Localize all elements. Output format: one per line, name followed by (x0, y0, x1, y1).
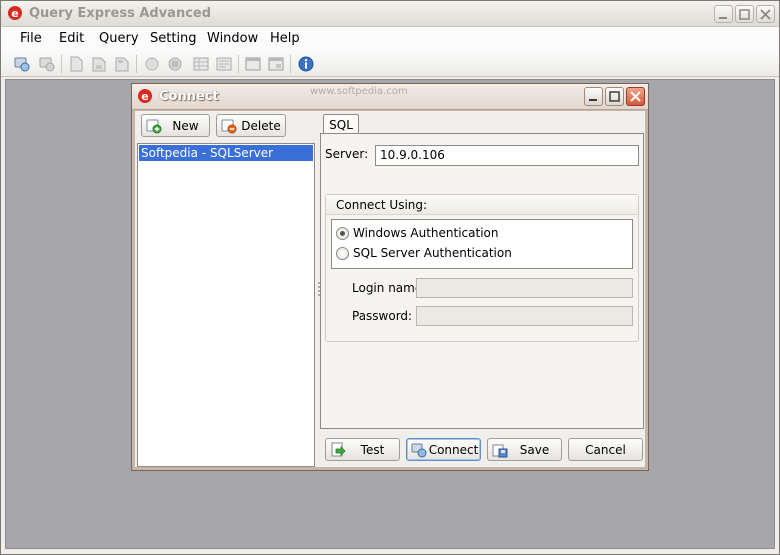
save-button[interactable]: Save (487, 438, 562, 461)
toolbar-separator (136, 55, 137, 73)
toolbar (1, 51, 779, 77)
list-item[interactable]: Softpedia - SQLServer (139, 145, 313, 161)
minimize-icon (719, 17, 727, 19)
close-icon (630, 91, 641, 102)
results-text-icon[interactable] (215, 55, 233, 73)
dialog-minimize-button[interactable] (584, 87, 603, 106)
dialog-titlebar: e Connect www.softpedia.com (132, 84, 648, 110)
menu-setting[interactable]: Setting (150, 31, 197, 46)
minimize-button[interactable] (714, 5, 733, 23)
dialog-close-button[interactable] (626, 87, 645, 106)
menu-bar: File Edit Query Setting Window Help (1, 27, 779, 51)
windows-auth-label: Windows Authentication (353, 226, 499, 240)
connect-using-group: Connect Using: Windows Authentication SQ… (325, 194, 639, 342)
app-title: Query Express Advanced (29, 6, 212, 21)
toolbar-separator (61, 55, 62, 73)
maximize-icon (739, 9, 750, 20)
save-icon (492, 444, 508, 457)
cancel-button[interactable]: Cancel (568, 438, 643, 461)
info-icon[interactable] (297, 55, 315, 73)
radio-unchecked-icon (336, 246, 349, 260)
test-button[interactable]: Test (325, 438, 400, 461)
menu-query[interactable]: Query (99, 31, 139, 46)
disconnect-icon[interactable] (38, 55, 56, 73)
watermark: www.softpedia.com (310, 86, 408, 97)
app-titlebar: e Query Express Advanced (1, 1, 779, 27)
connection-list[interactable]: Softpedia - SQLServer (137, 143, 315, 467)
delete-button[interactable]: Delete (216, 114, 286, 137)
tab-sql[interactable]: SQL (323, 114, 359, 134)
close-icon (760, 9, 771, 20)
auth-options: Windows Authentication SQL Server Authen… (331, 219, 633, 269)
window-alt-icon[interactable] (267, 55, 285, 73)
menu-file[interactable]: File (20, 31, 42, 46)
save-file-icon[interactable] (113, 55, 131, 73)
windows-auth-radio[interactable]: Windows Authentication (336, 224, 596, 242)
dialog-window-controls (584, 87, 645, 106)
dialog-title: Connect (159, 89, 219, 104)
server-input[interactable]: 10.9.0.106 (375, 145, 639, 166)
stop-icon[interactable] (166, 55, 184, 73)
results-grid-icon[interactable] (192, 55, 210, 73)
login-name-input[interactable] (416, 278, 633, 298)
connect-icon[interactable] (13, 55, 31, 73)
maximize-button[interactable] (735, 5, 754, 23)
window-controls (714, 5, 775, 23)
radio-checked-icon (336, 226, 349, 240)
menu-edit[interactable]: Edit (59, 31, 84, 46)
sql-auth-label: SQL Server Authentication (353, 246, 512, 260)
menu-window[interactable]: Window (207, 31, 258, 46)
toolbar-separator (238, 55, 239, 73)
maximize-icon (609, 91, 620, 102)
menu-help[interactable]: Help (270, 31, 300, 46)
toolbar-separator (290, 55, 291, 73)
sql-tab-panel: Server: 10.9.0.106 Connect Using: Window… (320, 133, 644, 429)
add-icon (146, 119, 162, 133)
test-icon (331, 442, 346, 456)
connect-icon (411, 443, 427, 457)
connect-button[interactable]: Connect (406, 438, 481, 461)
svg-text:e: e (11, 7, 18, 20)
window-icon[interactable] (244, 55, 262, 73)
group-title: Connect Using: (336, 198, 428, 212)
new-query-icon[interactable] (67, 55, 85, 73)
dialog-body: New Delete Softpedia - SQLServer SQL Ser… (135, 111, 645, 467)
sql-auth-radio[interactable]: SQL Server Authentication (336, 244, 596, 262)
connect-dialog: e Connect www.softpedia.com New Delete S… (131, 83, 649, 471)
execute-icon[interactable] (143, 55, 161, 73)
new-button[interactable]: New (141, 114, 210, 137)
app-logo-icon: e (8, 6, 22, 20)
password-label: Password: (352, 309, 413, 323)
server-label: Server: (325, 147, 369, 161)
delete-icon (221, 119, 237, 133)
open-file-icon[interactable] (90, 55, 108, 73)
password-input[interactable] (416, 306, 633, 326)
group-header: Connect Using: (326, 195, 638, 215)
close-button[interactable] (756, 5, 775, 23)
minimize-icon (589, 99, 597, 101)
dialog-maximize-button[interactable] (605, 87, 624, 106)
dialog-logo-icon: e (138, 89, 152, 103)
svg-text:e: e (141, 90, 148, 103)
